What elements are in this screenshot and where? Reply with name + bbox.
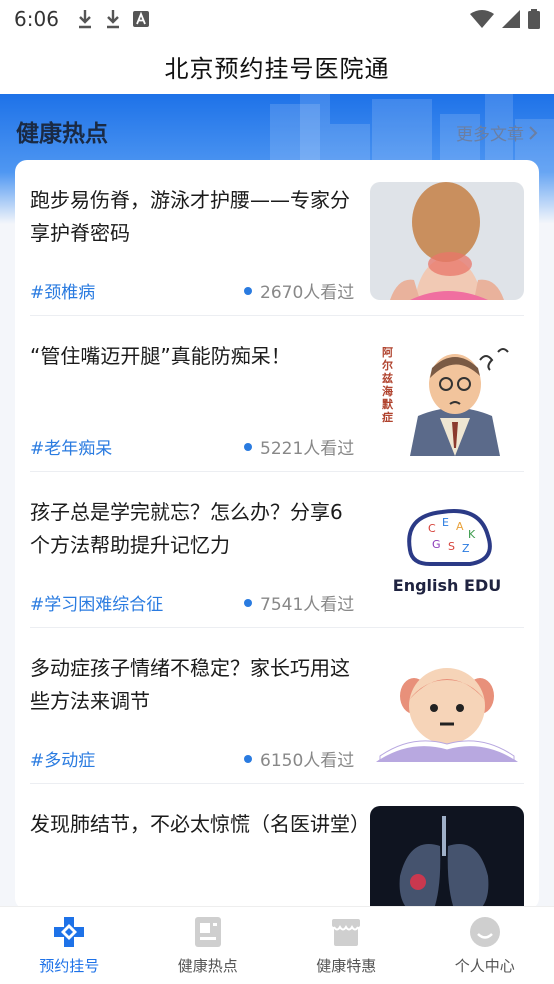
nav-label: 健康特惠 [316, 957, 377, 975]
hospital-cross-icon [54, 917, 85, 947]
signal-icon [502, 10, 520, 28]
smile-icon [469, 917, 500, 947]
more-articles-link[interactable]: 更多文章 [456, 120, 538, 145]
article-item[interactable]: 跑步易伤脊，游泳才护腰——专家分享护脊密码 #颈椎病 2670人看过 [30, 160, 524, 316]
article-tag[interactable]: #学习困难综合征 [30, 590, 163, 615]
article-item[interactable]: 多动症孩子情绪不稳定？家长巧用这些方法来调节 #多动症 6150人看过 [30, 628, 524, 784]
article-title: 孩子总是学完就忘？怎么办？分享6个方法帮助提升记忆力 [30, 500, 343, 557]
nav-appointment[interactable]: 预约挂号 [0, 907, 139, 984]
svg-text:C: C [428, 522, 436, 535]
views-dot-icon [244, 598, 252, 607]
svg-text:Z: Z [462, 542, 470, 555]
svg-text:S: S [448, 540, 455, 553]
app-bar: 北京预约挂号医院通 [0, 38, 554, 94]
views-dot-icon [244, 286, 252, 295]
nav-health-news[interactable]: 健康热点 [139, 907, 278, 984]
views-count: 7541人看过 [260, 595, 355, 615]
article-title: 多动症孩子情绪不稳定？家长巧用这些方法来调节 [30, 656, 350, 713]
article-views: 7541人看过 [244, 590, 354, 615]
section-title: 健康热点 [16, 121, 108, 147]
article-views: 5221人看过 [244, 434, 354, 459]
views-count: 2670人看过 [260, 283, 355, 303]
nav-profile[interactable]: 个人中心 [416, 907, 554, 984]
nav-health-deals[interactable]: 健康特惠 [277, 907, 416, 984]
article-list: 跑步易伤脊，游泳才护腰——专家分享护脊密码 #颈椎病 2670人看过 “管住嘴迈… [15, 160, 539, 910]
article-thumbnail[interactable] [370, 182, 524, 300]
article-title: “管住嘴迈开腿”真能防痴呆！ [30, 344, 291, 368]
views-count: 6150人看过 [260, 751, 355, 771]
battery-icon [528, 9, 540, 29]
article-views: 2670人看过 [244, 278, 354, 303]
nav-label: 个人中心 [454, 957, 515, 975]
article-item[interactable]: 孩子总是学完就忘？怎么办？分享6个方法帮助提升记忆力 #学习困难综合征 7541… [30, 472, 524, 628]
article-title: 发现肺结节，不必太惊慌（名医讲堂） [30, 812, 370, 836]
nav-label: 预约挂号 [39, 957, 100, 975]
download-icon [78, 10, 91, 29]
app-title: 北京预约挂号医院通 [164, 54, 390, 83]
thumb-caption: 阿尔兹海默症 [382, 346, 393, 424]
article-title: 跑步易伤脊，游泳才护腰——专家分享护脊密码 [30, 188, 350, 245]
bottom-nav: 预约挂号 健康热点 健康特惠 个人中心 [0, 906, 554, 984]
article-tag[interactable]: #多动症 [30, 746, 95, 771]
lung-xray-image [370, 806, 524, 910]
article-item[interactable]: “管住嘴迈开腿”真能防痴呆！ #老年痴呆 5221人看过 阿尔兹海默症 [30, 316, 524, 472]
status-left-icons [77, 9, 149, 29]
article-tag[interactable]: #老年痴呆 [30, 434, 112, 459]
status-right-icons [470, 9, 540, 29]
article-thumbnail[interactable]: 阿尔兹海默症 [370, 338, 524, 456]
download-icon [106, 10, 119, 29]
views-count: 5221人看过 [260, 439, 355, 459]
svg-text:K: K [468, 528, 476, 541]
chevron-right-icon [529, 125, 538, 140]
article-thumbnail[interactable] [370, 650, 524, 768]
article-thumbnail[interactable]: C E A K G S Z English EDU [370, 494, 524, 612]
shop-icon [332, 919, 361, 946]
nav-label: 健康热点 [177, 957, 238, 975]
edu-logo-text: English EDU [392, 576, 502, 595]
status-bar: 6:06 [0, 0, 554, 38]
views-dot-icon [244, 754, 252, 763]
views-dot-icon [244, 442, 252, 451]
svg-text:A: A [456, 520, 464, 533]
article-tag[interactable]: #颈椎病 [30, 278, 95, 303]
svg-text:E: E [442, 516, 449, 529]
status-time: 6:06 [14, 7, 59, 31]
article-views: 6150人看过 [244, 746, 354, 771]
article-thumbnail[interactable] [370, 806, 524, 910]
more-articles-label: 更多文章 [456, 125, 524, 145]
a-badge-icon [132, 11, 149, 27]
article-item[interactable]: 发现肺结节，不必太惊慌（名医讲堂） [30, 784, 524, 910]
news-icon [194, 917, 221, 947]
neck-pain-image [370, 182, 524, 300]
wifi-icon [470, 10, 494, 28]
child-reading-image [370, 650, 524, 768]
svg-text:G: G [432, 538, 441, 551]
